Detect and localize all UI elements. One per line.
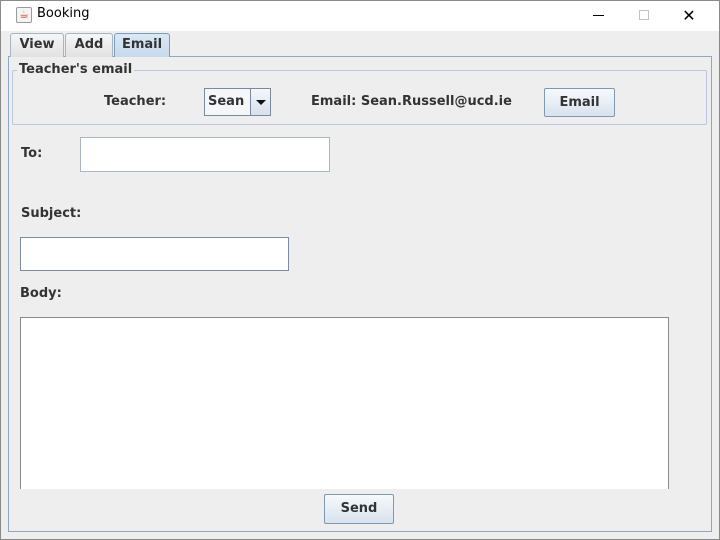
maximize-button[interactable] [621,1,667,30]
minimize-icon [593,15,604,16]
subject-field-container [20,237,289,271]
teacher-select[interactable]: Sean [204,88,271,116]
teacher-email-text: Email: Sean.Russell@ucd.ie [311,94,512,109]
tab-email[interactable]: Email [114,33,170,57]
java-coffee-icon: ☕ [16,7,32,23]
minimize-button[interactable] [576,1,622,30]
teacher-email-group-title: Teacher's email [17,62,135,77]
email-button[interactable]: Email [544,88,615,117]
tab-add[interactable]: Add [65,33,113,57]
window-title: Booking [37,6,90,21]
dropdown-arrow-button[interactable] [250,89,270,115]
close-icon: ✕ [682,6,696,25]
close-button[interactable]: ✕ [666,1,712,30]
to-field[interactable] [81,138,329,171]
body-textarea[interactable] [21,318,668,490]
teacher-label: Teacher: [104,94,167,109]
chevron-down-icon [256,100,266,105]
send-button[interactable]: Send [324,494,394,524]
teacher-select-value: Sean [208,94,245,109]
to-label: To: [21,146,43,161]
subject-label: Subject: [21,206,82,221]
body-textarea-container [20,317,669,490]
subject-field[interactable] [21,238,288,270]
tab-view[interactable]: View [10,33,64,57]
maximize-icon [639,10,649,20]
body-label: Body: [20,286,62,301]
to-field-container [80,137,330,172]
